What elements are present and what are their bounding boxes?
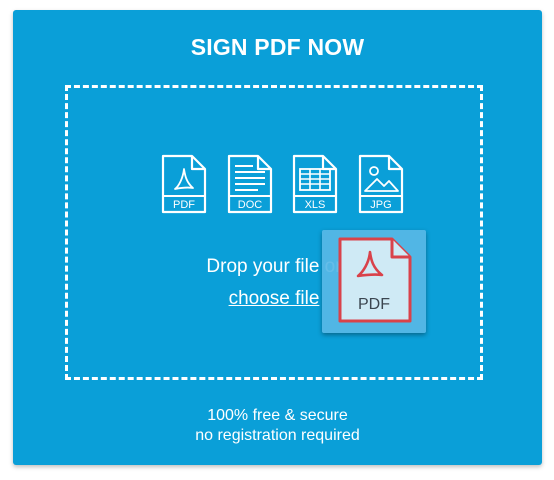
acrobat-pdf-icon: PDF: [338, 237, 412, 323]
jpg-file-icon: JPG: [358, 154, 404, 214]
supported-formats: PDF DOC XLS JPG: [160, 153, 405, 223]
xls-file-icon: XLS: [293, 154, 338, 214]
format-label-doc: DOC: [237, 199, 262, 211]
sign-pdf-card: SIGN PDF NOW PDF DOC XLS JPG Drop your f…: [13, 10, 542, 465]
choose-file-link[interactable]: choose file: [229, 288, 320, 309]
card-title: SIGN PDF NOW: [190, 34, 365, 60]
drag-preview-label: PDF: [358, 296, 390, 313]
doc-file-icon: DOC: [227, 154, 272, 214]
format-label-jpg: JPG: [370, 199, 391, 211]
dragged-file-preview[interactable]: PDF: [322, 230, 426, 333]
pdf-file-icon: PDF: [161, 154, 207, 214]
footer-note: 100% free & secure no registration requi…: [13, 406, 542, 446]
format-label-pdf: PDF: [173, 199, 195, 211]
footer-line-registration: no registration required: [195, 427, 360, 444]
footer-line-free: 100% free & secure: [207, 407, 348, 424]
format-label-xls: XLS: [305, 199, 326, 211]
